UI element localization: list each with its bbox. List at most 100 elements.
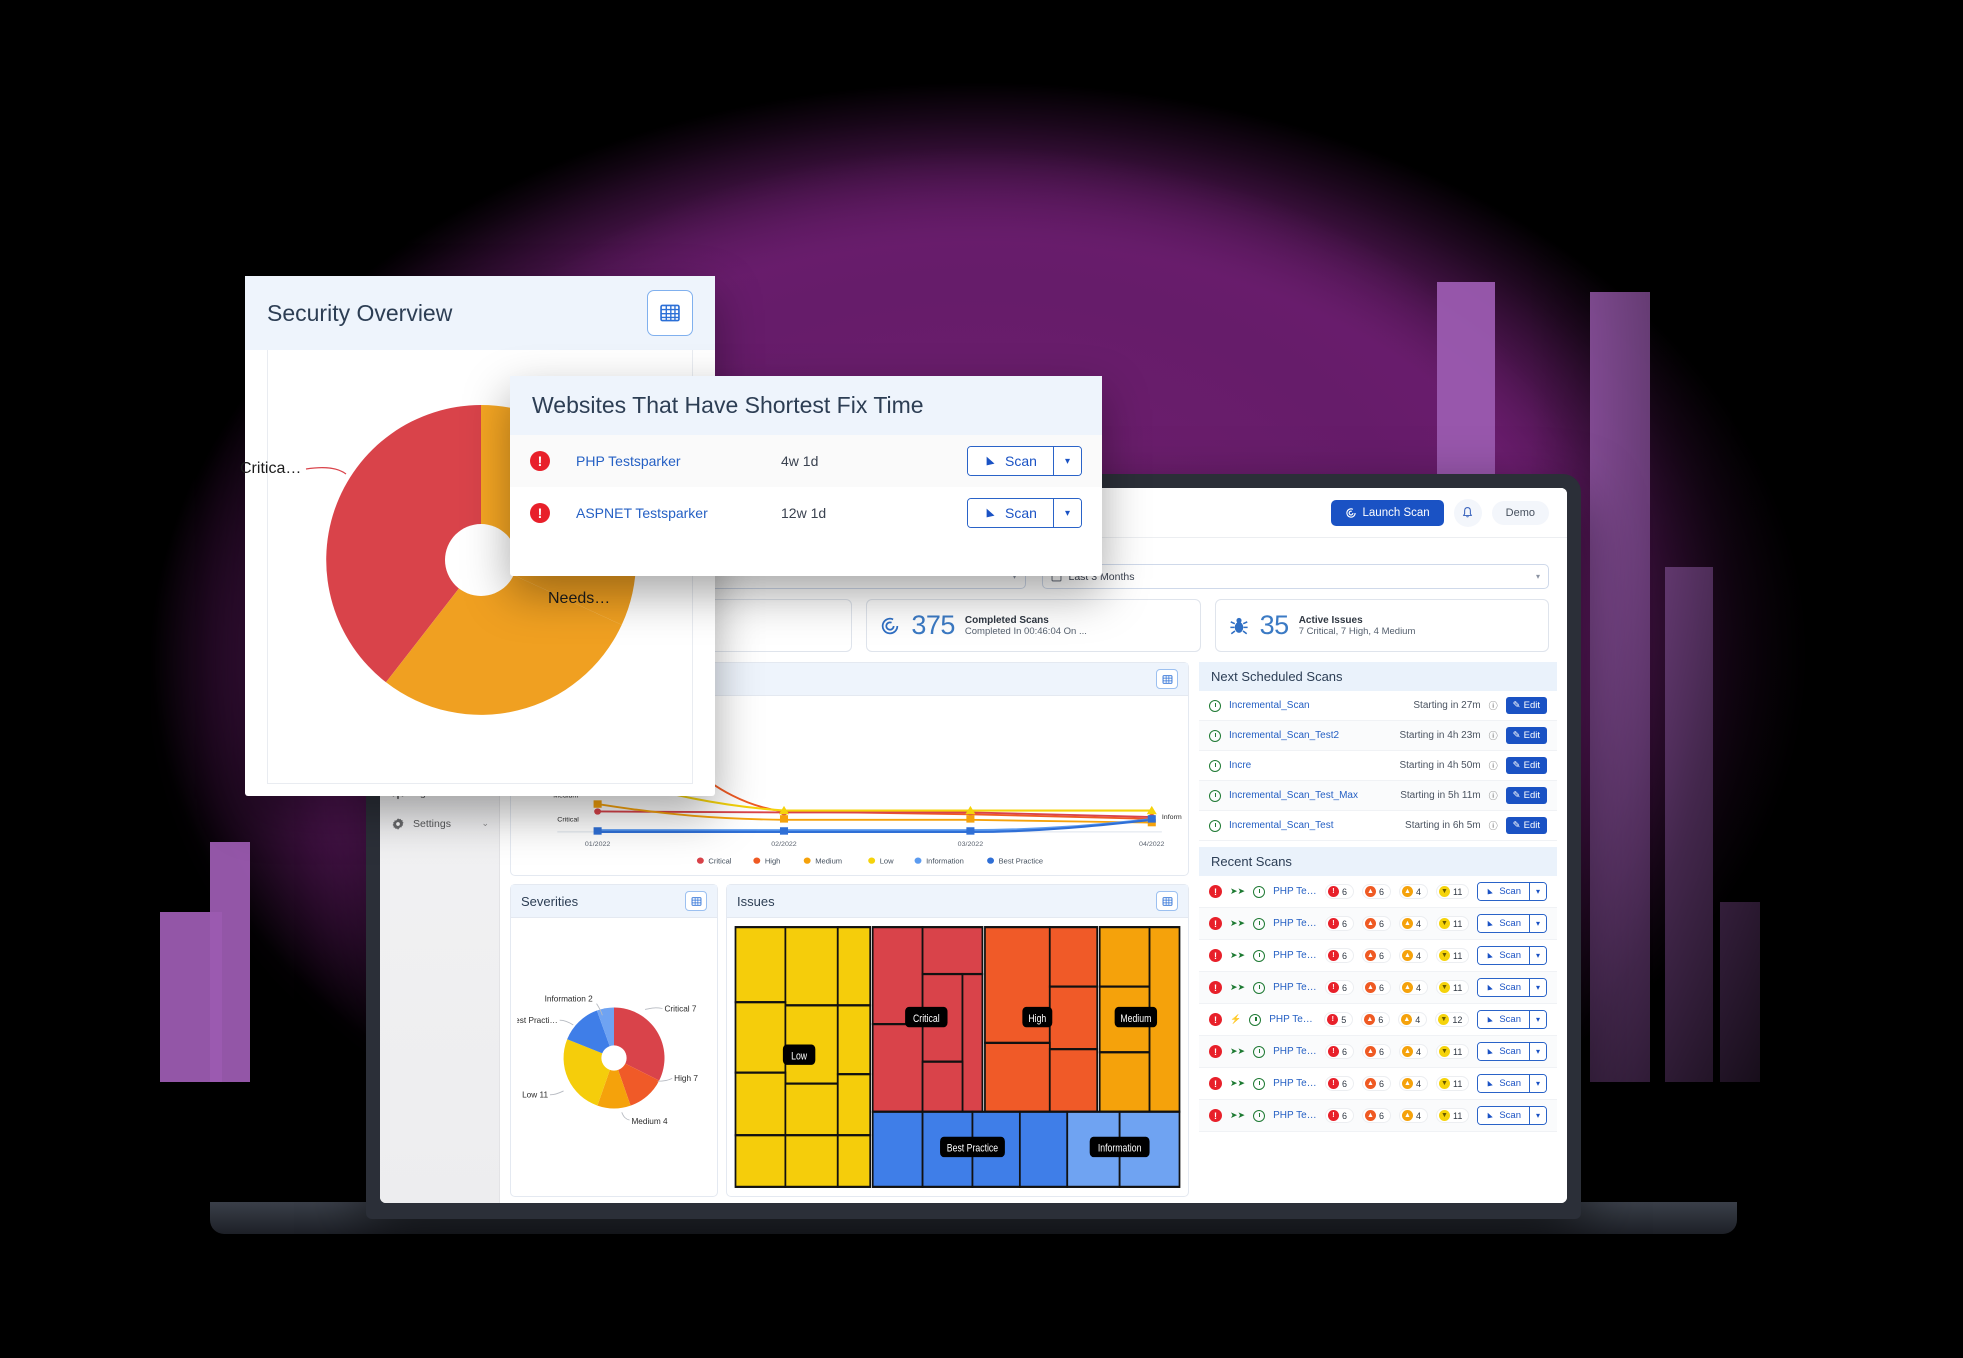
- scan-dropdown-caret[interactable]: ▾: [1528, 1107, 1546, 1124]
- stat-card-completed-scans[interactable]: 375 Completed Scans Completed In 00:46:0…: [866, 599, 1201, 652]
- scheduled-scan-row[interactable]: Incremental_Scan_Test_Max Starting in 5h…: [1199, 781, 1557, 811]
- scan-dropdown-caret[interactable]: ▾: [1528, 1075, 1546, 1092]
- help-icon[interactable]: ⓘ: [1489, 819, 1498, 832]
- scan-button-group[interactable]: Scan ▾: [1477, 1010, 1547, 1029]
- scan-website-name[interactable]: PHP Testsparker: [1273, 886, 1317, 897]
- scan-dropdown-caret[interactable]: ▾: [1528, 979, 1546, 996]
- scan-website-name[interactable]: PHP Testsparker: [1269, 1014, 1316, 1025]
- scan-button[interactable]: Scan: [1478, 1075, 1529, 1092]
- scan-website-name[interactable]: PHP Testsparker: [1273, 1110, 1317, 1121]
- stat-card-active-issues[interactable]: 35 Active Issues 7 Critical, 7 High, 4 M…: [1214, 599, 1549, 652]
- recent-scan-row[interactable]: ! ➤➤ PHP Testsparker !6 ▲6 ▲4 ▼11 Scan ▾: [1199, 1068, 1557, 1100]
- scan-dropdown-caret[interactable]: ▾: [1528, 1011, 1546, 1028]
- help-icon[interactable]: ⓘ: [1489, 729, 1498, 742]
- scan-button[interactable]: Scan: [968, 447, 1053, 475]
- scan-name[interactable]: Incremental_Scan: [1229, 700, 1405, 711]
- website-name[interactable]: ASPNET Testsparker: [576, 505, 781, 521]
- scheduled-scan-row[interactable]: Incremental_Scan Starting in 27m ⓘ ✎ Edit: [1199, 691, 1557, 721]
- table-icon[interactable]: [1156, 891, 1178, 911]
- scan-button[interactable]: Scan: [1478, 883, 1529, 900]
- scan-website-name[interactable]: PHP Testsparker: [1273, 1078, 1317, 1089]
- edit-button[interactable]: ✎ Edit: [1505, 787, 1547, 804]
- recent-scan-row[interactable]: ! ➤➤ PHP Testsparker !6 ▲6 ▲4 ▼11 Scan ▾: [1199, 908, 1557, 940]
- scan-start-time: Starting in 6h 5m: [1405, 820, 1481, 831]
- scan-button-group[interactable]: Scan ▾: [1477, 882, 1547, 901]
- scan-dropdown-caret[interactable]: ▾: [1052, 499, 1081, 527]
- edit-button[interactable]: ✎ Edit: [1505, 757, 1547, 774]
- stat-subtitle: 7 Critical, 7 High, 4 Medium: [1298, 625, 1416, 637]
- recent-scan-row[interactable]: ! ➤➤ PHP Testsparker !6 ▲6 ▲4 ▼11 Scan ▾: [1199, 876, 1557, 908]
- scan-button[interactable]: Scan: [1478, 979, 1529, 996]
- scan-dropdown-caret[interactable]: ▾: [1528, 947, 1546, 964]
- recent-scan-row[interactable]: ! ➤➤ PHP Testsparker !6 ▲6 ▲4 ▼11 Scan ▾: [1199, 972, 1557, 1004]
- date-range-select[interactable]: Last 3 Months ▾: [1041, 564, 1549, 589]
- scan-dropdown-caret[interactable]: ▾: [1528, 883, 1546, 900]
- edit-button[interactable]: ✎ Edit: [1505, 697, 1547, 714]
- scan-name[interactable]: Incre: [1229, 760, 1391, 771]
- recent-scan-row[interactable]: ! ➤➤ PHP Testsparker !6 ▲6 ▲4 ▼11 Scan ▾: [1199, 1100, 1557, 1132]
- website-row[interactable]: ! ASPNET Testsparker 12w 1d Scan ▾: [510, 487, 1102, 539]
- scan-button[interactable]: Scan: [968, 499, 1053, 527]
- scan-name[interactable]: Incremental_Scan_Test2: [1229, 730, 1391, 741]
- scheduled-scan-row[interactable]: Incremental_Scan_Test2 Starting in 4h 23…: [1199, 721, 1557, 751]
- scan-button[interactable]: Scan: [1478, 915, 1529, 932]
- launch-scan-button[interactable]: Launch Scan: [1330, 499, 1444, 526]
- scheduled-scan-row[interactable]: Incremental_Scan_Test Starting in 6h 5m …: [1199, 811, 1557, 841]
- issues-title: Issues: [737, 893, 775, 909]
- scan-dropdown-caret[interactable]: ▾: [1528, 915, 1546, 932]
- severity-medium: ▲ 4: [1398, 1044, 1428, 1059]
- severity-critical: ! 5: [1324, 1012, 1354, 1027]
- website-row[interactable]: ! PHP Testsparker 4w 1d Scan ▾: [510, 435, 1102, 487]
- edit-button[interactable]: ✎ Edit: [1505, 727, 1547, 744]
- scan-website-name[interactable]: PHP Testsparker: [1273, 950, 1317, 961]
- demo-button[interactable]: Demo: [1491, 500, 1549, 525]
- scan-button[interactable]: Scan: [1478, 1011, 1529, 1028]
- website-fix-time: 12w 1d: [781, 505, 827, 521]
- scan-icon: [1486, 887, 1495, 896]
- severity-medium: ▲ 4: [1398, 1076, 1428, 1091]
- scan-button-group[interactable]: Scan ▾: [967, 498, 1082, 528]
- scan-dropdown-caret[interactable]: ▾: [1052, 447, 1081, 475]
- recent-scan-row[interactable]: ! ➤➤ PHP Testsparker !6 ▲6 ▲4 ▼11 Scan ▾: [1199, 940, 1557, 972]
- scan-button[interactable]: Scan: [1478, 1107, 1529, 1124]
- table-icon[interactable]: [685, 891, 707, 911]
- alert-icon: !: [1209, 1109, 1222, 1122]
- scan-icon: [1486, 1015, 1495, 1024]
- scheduled-scan-row[interactable]: Incre Starting in 4h 50m ⓘ ✎ Edit: [1199, 751, 1557, 781]
- scan-button-group[interactable]: Scan ▾: [967, 446, 1082, 476]
- clock-icon: [1249, 1013, 1262, 1026]
- scan-button[interactable]: Scan: [1478, 947, 1529, 964]
- edit-icon: ✎: [1512, 730, 1521, 741]
- table-icon[interactable]: [647, 290, 693, 336]
- scan-dropdown-caret[interactable]: ▾: [1528, 1043, 1546, 1060]
- clock-icon: [1253, 1045, 1266, 1058]
- scan-button-group[interactable]: Scan ▾: [1477, 1074, 1547, 1093]
- recent-scan-row[interactable]: ! ⚡ PHP Testsparker !5 ▲6 ▲4 ▼12 Scan ▾: [1199, 1004, 1557, 1036]
- scan-button-group[interactable]: Scan ▾: [1477, 1042, 1547, 1061]
- scan-website-name[interactable]: PHP Testsparker: [1273, 982, 1317, 993]
- scan-button-group[interactable]: Scan ▾: [1477, 946, 1547, 965]
- recent-scan-row[interactable]: ! ➤➤ PHP Testsparker !6 ▲6 ▲4 ▼11 Scan ▾: [1199, 1036, 1557, 1068]
- table-icon[interactable]: [1156, 669, 1178, 689]
- help-icon[interactable]: ⓘ: [1489, 789, 1498, 802]
- scan-name[interactable]: Incremental_Scan_Test: [1229, 820, 1397, 831]
- scan-name[interactable]: Incremental_Scan_Test_Max: [1229, 790, 1392, 801]
- scan-button-group[interactable]: Scan ▾: [1477, 1106, 1547, 1125]
- treemap-label-critical: Critical: [913, 1013, 940, 1025]
- treemap-label-information: Information: [1098, 1143, 1142, 1155]
- scan-button[interactable]: Scan: [1478, 1043, 1529, 1060]
- scan-button-group[interactable]: Scan ▾: [1477, 978, 1547, 997]
- sidebar-item-settings[interactable]: Settings ⌄: [380, 808, 499, 839]
- edit-button[interactable]: ✎ Edit: [1505, 817, 1547, 834]
- scan-website-name[interactable]: PHP Testsparker: [1273, 1046, 1317, 1057]
- website-name[interactable]: PHP Testsparker: [576, 453, 781, 469]
- clock-icon: [1253, 1077, 1266, 1090]
- scan-button-group[interactable]: Scan ▾: [1477, 914, 1547, 933]
- issues-treemap-chart: Low Critical High Medium Best Practice I…: [734, 926, 1181, 1188]
- help-icon[interactable]: ⓘ: [1489, 699, 1498, 712]
- severity-high: ▲ 6: [1361, 916, 1391, 931]
- scan-website-name[interactable]: PHP Testsparker: [1273, 918, 1317, 929]
- help-icon[interactable]: ⓘ: [1489, 759, 1498, 772]
- notifications-button[interactable]: [1453, 498, 1482, 527]
- chevron-down-icon: ▾: [1535, 572, 1540, 581]
